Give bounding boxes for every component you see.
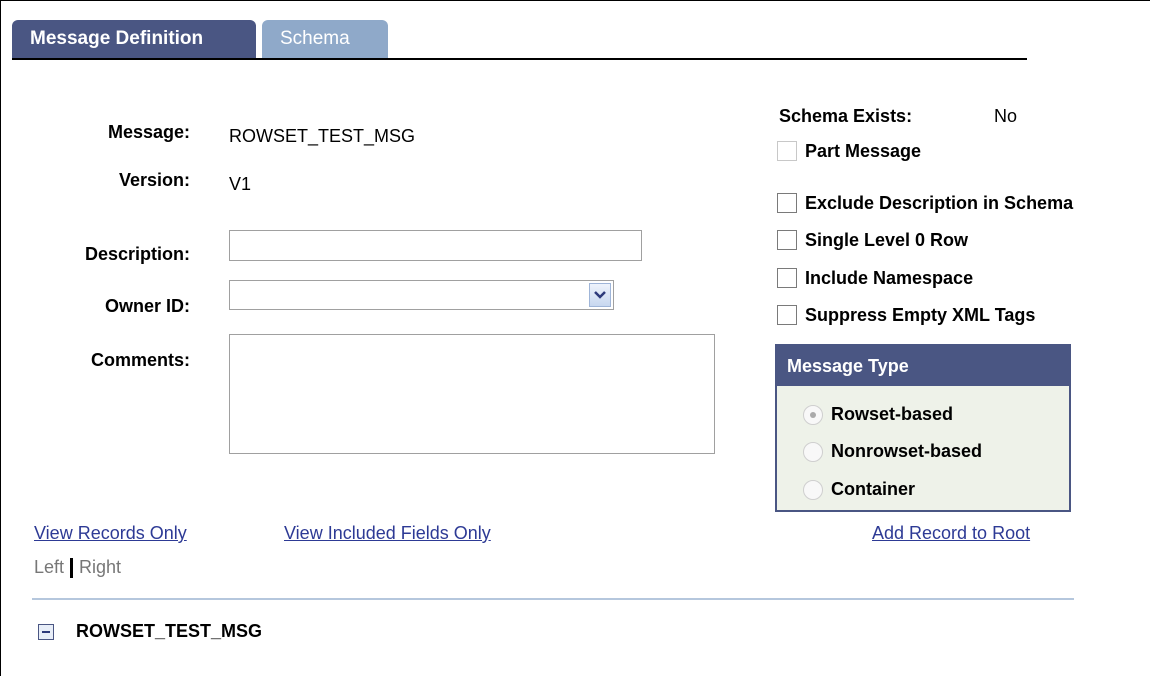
exclude-description-checkbox[interactable] [777, 193, 797, 213]
message-type-group: Message Type Rowset-based Nonrowset-base… [775, 344, 1071, 512]
version-label: Version: [118, 170, 190, 190]
chevron-down-icon[interactable] [589, 283, 611, 307]
exclude-description-checkbox-row[interactable]: Exclude Description in Schema [777, 191, 1073, 215]
owner-id-label: Owner ID: [104, 296, 190, 316]
section-divider [32, 598, 1074, 600]
owner-id-select[interactable] [229, 280, 614, 310]
radio-container-label: Container [831, 479, 916, 499]
single-level-checkbox[interactable] [777, 230, 797, 250]
description-label: Description: [84, 244, 190, 264]
view-included-fields-link[interactable]: View Included Fields Only [284, 523, 491, 544]
version-value: V1 [229, 174, 252, 194]
radio-rowset-row[interactable]: Rowset-based [803, 404, 953, 425]
radio-rowset-label: Rowset-based [831, 404, 954, 424]
radio-container[interactable] [803, 479, 823, 500]
radio-nonrowset[interactable] [803, 441, 823, 462]
radio-nonrowset-label: Nonrowset-based [831, 441, 983, 461]
view-records-only-link[interactable]: View Records Only [34, 523, 187, 544]
radio-container-row[interactable]: Container [803, 479, 915, 500]
suppress-empty-label: Suppress Empty XML Tags [805, 304, 1036, 325]
tree-root-node: ROWSET_TEST_MSG [38, 621, 262, 642]
message-value: ROWSET_TEST_MSG [229, 126, 416, 146]
include-namespace-checkbox[interactable] [777, 268, 797, 288]
include-namespace-label: Include Namespace [805, 267, 974, 288]
include-namespace-checkbox-row[interactable]: Include Namespace [777, 266, 973, 290]
orientation-left[interactable]: Left [34, 557, 64, 577]
orientation-right[interactable]: Right [79, 557, 121, 577]
radio-rowset[interactable] [803, 404, 823, 425]
schema-exists-value: No [994, 106, 1018, 126]
comments-label: Comments: [90, 350, 190, 370]
tab-underline [12, 58, 1027, 60]
tree-root-label: ROWSET_TEST_MSG [76, 621, 263, 641]
add-record-to-root-link[interactable]: Add Record to Root [872, 523, 1030, 544]
tab-schema[interactable]: Schema [262, 20, 388, 58]
orientation-separator [70, 558, 74, 579]
part-message-checkbox[interactable] [777, 141, 797, 161]
collapse-icon[interactable] [38, 623, 54, 640]
part-message-label: Part Message [805, 140, 922, 161]
message-label: Message: [107, 122, 190, 142]
comments-textarea[interactable] [229, 334, 715, 454]
orientation-toggle: Left Right [34, 557, 121, 579]
description-field[interactable] [229, 230, 642, 261]
suppress-empty-checkbox-row[interactable]: Suppress Empty XML Tags [777, 303, 1035, 327]
single-level-label: Single Level 0 Row [805, 229, 969, 250]
suppress-empty-checkbox[interactable] [777, 305, 797, 325]
message-type-title: Message Type [777, 346, 1069, 386]
single-level-checkbox-row[interactable]: Single Level 0 Row [777, 228, 968, 252]
exclude-description-label: Exclude Description in Schema [805, 192, 1074, 213]
schema-exists-label: Schema Exists: [779, 106, 913, 126]
tab-message-definition[interactable]: Message Definition [12, 20, 256, 58]
part-message-checkbox-row[interactable]: Part Message [777, 139, 921, 163]
radio-nonrowset-row[interactable]: Nonrowset-based [803, 441, 982, 462]
